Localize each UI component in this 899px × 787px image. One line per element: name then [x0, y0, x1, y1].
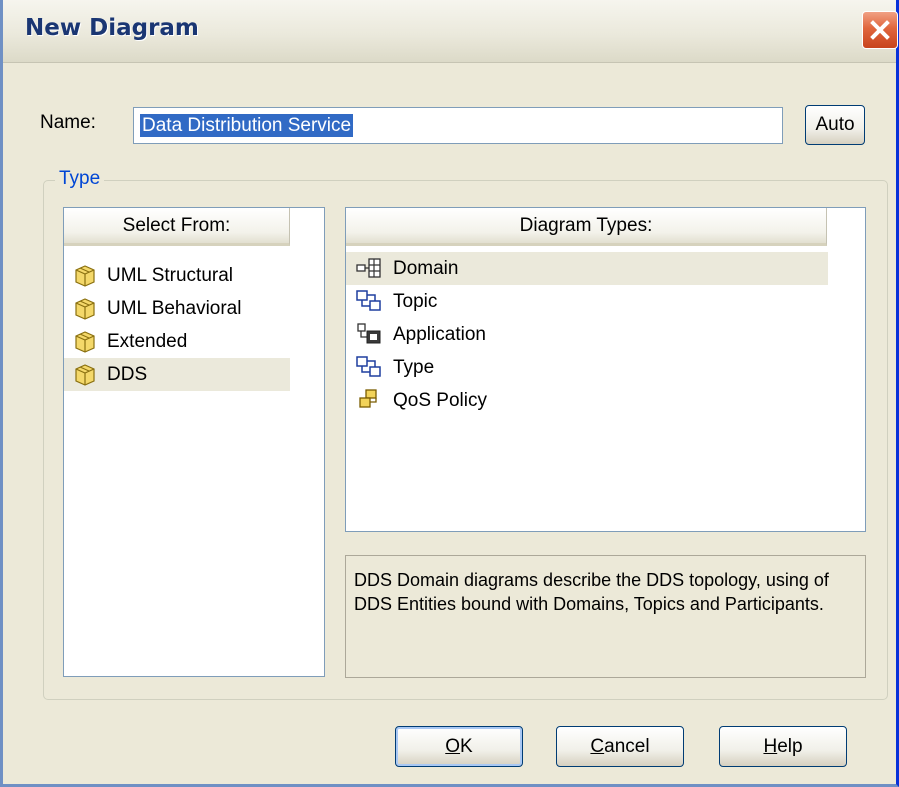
list-item-extended[interactable]: Extended	[64, 325, 290, 358]
diagram-type-topic[interactable]: Topic	[346, 285, 828, 318]
qos-policy-diagram-icon	[359, 389, 377, 408]
help-button[interactable]: Help	[719, 726, 847, 767]
diagram-type-type[interactable]: Type	[346, 351, 828, 384]
topic-diagram-icon	[356, 290, 381, 311]
close-button[interactable]	[862, 11, 898, 49]
diagram-type-domain[interactable]: Domain	[346, 252, 828, 285]
title-bar[interactable]: New Diagram	[3, 0, 898, 63]
domain-diagram-icon	[356, 258, 381, 278]
cancel-button[interactable]: Cancel	[556, 726, 684, 767]
diagram-description: DDS Domain diagrams describe the DDS top…	[345, 555, 866, 678]
list-item-uml-behavioral[interactable]: UML Behavioral	[64, 292, 290, 325]
ok-button[interactable]: OK	[395, 726, 523, 767]
diagram-types-header[interactable]: Diagram Types:	[346, 208, 827, 246]
folder-icon	[75, 364, 95, 386]
select-from-list[interactable]: Select From: UML Structural UML Behavior…	[63, 207, 325, 677]
diagram-type-qos-policy[interactable]: QoS Policy	[346, 384, 828, 417]
name-input-value: Data Distribution Service	[140, 114, 354, 137]
type-group-label: Type	[55, 168, 105, 190]
application-diagram-icon	[357, 323, 381, 344]
folder-icon	[75, 298, 95, 320]
name-label: Name:	[40, 112, 96, 133]
diagram-types-list[interactable]: Diagram Types: Domain Topic Application …	[345, 207, 866, 532]
diagram-type-application[interactable]: Application	[346, 318, 828, 351]
folder-icon	[75, 265, 95, 287]
list-item-dds[interactable]: DDS	[64, 358, 290, 391]
select-from-header[interactable]: Select From:	[64, 208, 290, 246]
type-diagram-icon	[356, 356, 381, 377]
folder-icon	[75, 331, 95, 353]
dialog-title: New Diagram	[25, 15, 199, 41]
name-input[interactable]: Data Distribution Service	[133, 107, 783, 144]
new-diagram-dialog: New Diagram Name: Data Distribution Serv…	[0, 0, 899, 787]
list-item-uml-structural[interactable]: UML Structural	[64, 259, 290, 292]
close-icon	[870, 20, 890, 40]
auto-button[interactable]: Auto	[805, 105, 865, 145]
